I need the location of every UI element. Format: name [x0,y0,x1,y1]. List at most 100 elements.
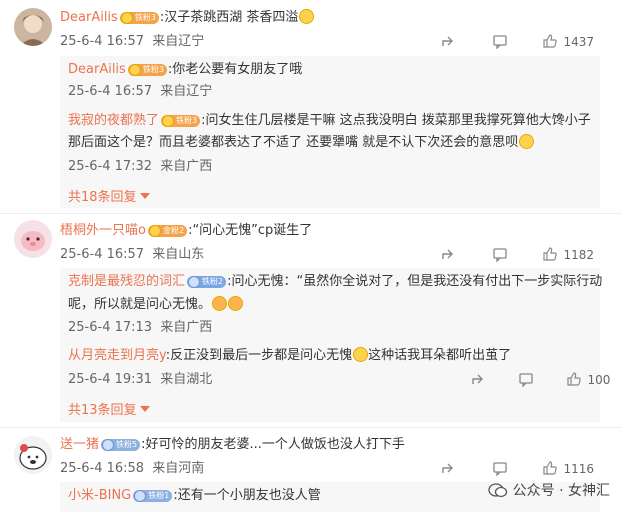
share-icon[interactable] [440,460,456,476]
location: 来自辽宁 [160,84,213,99]
reply-meta: 25-6-4 17:32 来自广西 [68,158,212,176]
like-count: 1182 [563,248,595,262]
like-icon[interactable] [566,371,582,387]
more-replies-link[interactable]: 共18条回复 [68,186,150,205]
comment-line: 送一猪 铁粉5:好可怜的朋友老婆...一个人做饭也没人打下手 [60,435,405,455]
badge-icon [120,12,133,24]
chevron-down-icon [139,193,150,199]
comment-icon[interactable] [492,246,508,263]
username[interactable]: 从月亮走到月亮y [68,348,166,363]
badge-icon [134,490,147,502]
badge-icon [162,115,175,127]
badge-label: 铁粉1 [148,491,170,500]
badge-icon [148,225,161,237]
reply-meta: 25-6-4 17:13 来自广西 [68,319,212,337]
comment-icon[interactable] [492,460,508,477]
location: 来自广西 [160,159,213,174]
username[interactable]: 梧桐外一只喵o [60,223,146,238]
watermark-text: 公众号 · 女神汇 [512,483,610,499]
comment-meta: 25-6-4 16:57 来自山东 [60,246,204,264]
location: 来自广西 [160,320,213,335]
fan-badge: 铁粉3 [119,12,159,24]
more-replies-label: 共13条回复 [68,403,137,418]
laugh-cry-emoji-icon [212,296,228,311]
like-icon[interactable] [542,246,558,262]
reply-text: :反正没到最后一步都是问心无愧 [165,348,353,363]
like-count: 1116 [563,462,595,476]
badge-label: 铁粉5 [116,440,138,449]
reply-text: :问心无愧：“虽然你全说对了，但是我还没有付出下一步实际行动 [227,274,603,289]
reply-line-cont: 那后面这个是？而且老婆都表达了不适了 还要犟嘴 就是不认下次还会的意思呗 [68,133,535,153]
badge-icon [188,276,201,288]
share-icon[interactable] [440,33,456,49]
reply-actions: 100 [470,371,611,388]
reply-text: 呢，所以就是问心无愧。 [68,297,212,312]
badge-label: 铁粉3 [176,116,198,125]
share-icon[interactable] [470,371,486,387]
comment-actions: 1116 [440,460,595,477]
comment-line: 梧桐外一只喵o 金粉2:“问心无愧”cp诞生了 [60,221,312,241]
reply-meta: 25-6-4 16:57 来自辽宁 [68,83,212,101]
avatar[interactable] [14,8,52,46]
fan-badge: 铁粉3 [127,64,167,76]
location: 来自河南 [152,461,205,476]
avatar[interactable] [14,220,52,258]
reply-line: 从月亮走到月亮y:反正没到最后一步都是问心无愧 这种话我耳朵都听出茧了 [68,346,511,366]
laugh-emoji-icon [299,9,315,24]
timestamp: 25-6-4 17:32 [68,159,153,174]
timestamp: 25-6-4 16:58 [60,461,145,476]
comment-text: :好可怜的朋友老婆...一个人做饭也没人打下手 [141,437,405,452]
comment-text: :汉子茶跳西湖 茶香四溢 [159,10,299,25]
fan-badge: 金粉2 [147,225,188,237]
reply-line-cont: 呢，所以就是问心无愧。 [68,295,244,315]
fan-badge: 铁粉5 [101,439,141,451]
fan-badge: 铁粉2 [187,276,227,288]
reply-text: 那后面这个是？而且老婆都表达了不适了 还要犟嘴 就是不认下次还会的意思呗 [68,135,519,150]
more-replies-link[interactable]: 共13条回复 [68,399,150,418]
badge-label: 铁粉3 [142,65,164,74]
wechat-icon [488,483,508,498]
username[interactable]: 送一猪 [60,437,99,452]
username[interactable]: DearAilis [68,62,126,77]
chevron-down-icon [139,406,150,412]
badge-label: 金粉2 [162,226,185,235]
avatar[interactable] [14,436,52,474]
divider [0,427,622,428]
username[interactable]: 克制是最残忍的词汇 [68,274,185,289]
comment-actions: 1182 [440,246,595,263]
like-count: 100 [587,373,611,387]
badge-label: 铁粉3 [134,13,156,22]
comment-meta: 25-6-4 16:58 来自河南 [60,460,204,478]
comment-text: :“问心无愧”cp诞生了 [188,223,313,238]
badge-icon [128,64,141,76]
comment-icon[interactable] [492,33,508,50]
reply-text: :还有一个小朋友也没人管 [173,488,321,503]
username[interactable]: 小米-BING [68,488,131,503]
timestamp: 25-6-4 16:57 [60,34,145,49]
comment-actions: 1437 [440,33,595,50]
like-icon[interactable] [542,33,558,49]
divider [0,213,622,214]
more-replies-label: 共18条回复 [68,190,137,205]
reply-line: DearAilis 铁粉3:你老公要有女朋友了哦 [68,60,302,80]
badge-label: 铁粉2 [202,277,224,286]
reply-text: 这种话我耳朵都听出茧了 [368,348,512,363]
timestamp: 25-6-4 19:31 [68,372,153,387]
like-icon[interactable] [542,460,558,476]
comment-meta: 25-6-4 16:57 来自辽宁 [60,33,204,51]
timestamp: 25-6-4 17:13 [68,320,153,335]
reply-meta: 25-6-4 19:31 来自湖北 [68,371,212,389]
like-count: 1437 [563,35,595,49]
username[interactable]: 我寂的夜都熟了 [68,113,159,128]
username[interactable]: DearAilis [60,10,118,25]
comment-icon[interactable] [518,371,534,388]
reply-text: :问女生住几层楼是干嘛 这点我没明白 拨菜那里我撑死算他大馋小子 [201,113,591,128]
smile-emoji-icon [519,134,535,149]
reply-line: 我寂的夜都熟了 铁粉3:问女生住几层楼是干嘛 这点我没明白 拨菜那里我撑死算他大馋… [68,111,591,131]
laugh-cry-emoji-icon [228,296,244,311]
share-icon[interactable] [440,246,456,262]
location: 来自辽宁 [152,34,205,49]
location: 来自湖北 [160,372,213,387]
reply-text: :你老公要有女朋友了哦 [167,62,303,77]
fan-badge: 铁粉3 [161,115,201,127]
